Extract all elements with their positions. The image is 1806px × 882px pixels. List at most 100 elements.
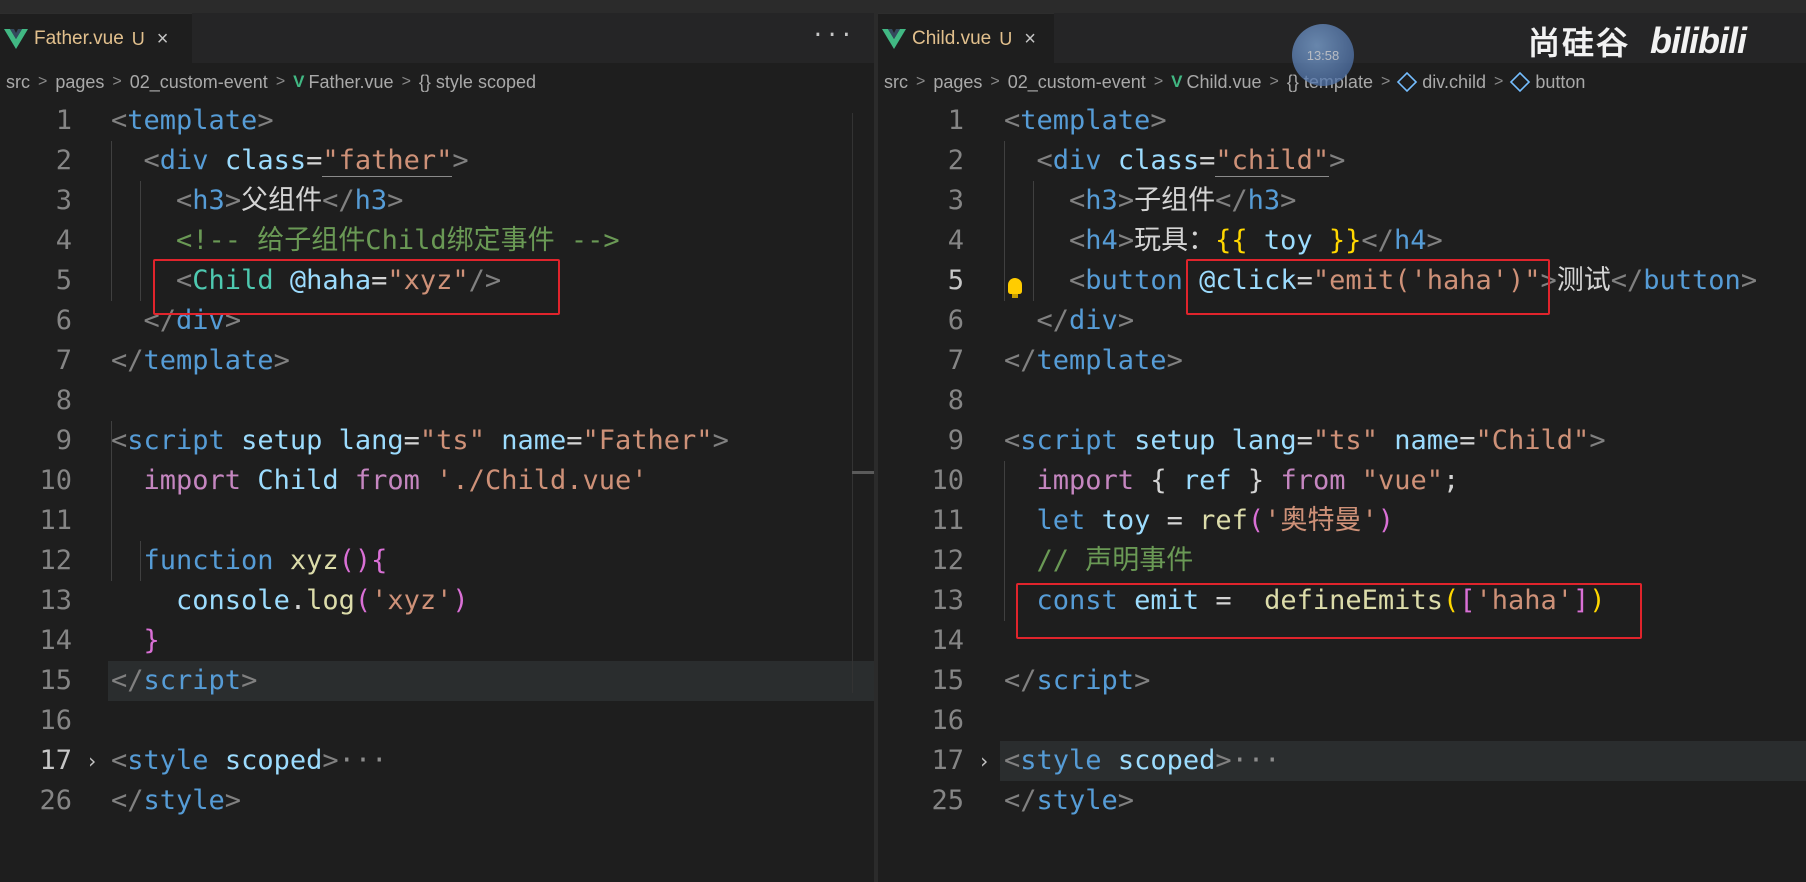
element-icon — [1397, 71, 1418, 93]
chevron-right-icon[interactable]: › — [978, 741, 990, 781]
line-number: 8 — [55, 385, 72, 416]
breadcrumb-item-symbol[interactable]: {} style scoped — [419, 72, 536, 93]
close-icon[interactable]: × — [1024, 28, 1036, 51]
breadcrumb: src > pages > 02_custom-event > V Father.vue… — [0, 63, 874, 101]
line-number: 8 — [947, 385, 964, 416]
code-line: 12 function xyz(){ — [0, 541, 874, 581]
code-line: 4 <!-- 给子组件Child绑定事件 --> — [0, 221, 874, 261]
code-line: 9 <script setup lang="ts" name="Child"> — [878, 421, 1806, 461]
breadcrumb-item-src[interactable]: src — [884, 72, 908, 93]
ref-initial-value: '奥特曼' — [1264, 505, 1378, 536]
line-number: 16 — [39, 705, 72, 736]
chevron-right-icon: > — [1494, 73, 1504, 90]
vue-file-icon: V — [1171, 72, 1183, 91]
line-number: 13 — [39, 585, 72, 616]
class-value: "child" — [1215, 145, 1330, 177]
code-line: 11 let toy = ref('奥特曼') — [878, 501, 1806, 541]
bilibili-logo: bilibili — [1650, 20, 1747, 61]
code-line: 8 — [0, 381, 874, 421]
line-number: 7 — [55, 345, 72, 376]
close-icon[interactable]: × — [157, 28, 169, 51]
lang-value: "ts" — [419, 425, 485, 456]
line-number: 11 — [39, 505, 72, 536]
code-line: 12 // 声明事件 — [878, 541, 1806, 581]
import-module: "vue" — [1361, 465, 1444, 496]
line-number: 2 — [55, 145, 72, 176]
line-number: 9 — [947, 425, 964, 456]
code-line: 8 — [878, 381, 1806, 421]
chevron-right-icon: > — [916, 73, 926, 90]
chevron-right-icon: > — [1269, 73, 1279, 90]
code-line: 3 <h3>父组件</h3> — [0, 181, 874, 221]
button-text: 测试 — [1556, 265, 1611, 296]
lightbulb-icon[interactable] — [1008, 278, 1022, 298]
breadcrumb-item-pages[interactable]: pages — [933, 72, 982, 93]
chevron-right-icon: > — [990, 73, 1000, 90]
line-number: 4 — [55, 225, 72, 256]
code-line: 17 › <style scoped>··· — [878, 741, 1806, 781]
name-value: "Father" — [582, 425, 713, 456]
code-line: 10 import { ref } from "vue"; — [878, 461, 1806, 501]
line-number: 15 — [931, 665, 964, 696]
highlight-box — [1186, 259, 1550, 315]
vue-file-icon — [4, 29, 28, 49]
breadcrumb-item-pages[interactable]: pages — [55, 72, 104, 93]
breadcrumb-item-src[interactable]: src — [6, 72, 30, 93]
line-number: 26 — [39, 785, 72, 816]
scrollbar[interactable] — [852, 113, 853, 693]
code-line: 14 } — [0, 621, 874, 661]
code-line: 15 </script> — [0, 661, 874, 701]
code-comment: <!-- 给子组件Child绑定事件 --> — [176, 225, 620, 256]
left-editor-pane: Father.vue U × ··· src > pages > 02_custom… — [0, 13, 874, 882]
import-path: './Child.vue' — [436, 465, 648, 496]
tab-child-vue[interactable]: Child.vue U × — [878, 13, 1054, 64]
h3-text: 父组件 — [241, 185, 323, 216]
class-value: "father" — [322, 145, 453, 177]
clock-overlay: 13:58 — [1292, 24, 1354, 86]
window-top-strip — [0, 0, 1806, 13]
line-number: 13 — [931, 585, 964, 616]
chevron-right-icon: > — [112, 73, 122, 90]
breadcrumb-item-folder[interactable]: 02_custom-event — [130, 72, 268, 93]
highlight-box — [1016, 583, 1642, 639]
vue-file-icon: V — [293, 72, 305, 91]
tab-label: Father.vue — [34, 28, 124, 49]
breadcrumb-item-button[interactable]: button — [1535, 72, 1585, 93]
code-line: 15 </script> — [878, 661, 1806, 701]
code-line: 26 </style> — [0, 781, 874, 821]
vue-file-icon — [882, 29, 906, 49]
chevron-right-icon: > — [1380, 73, 1391, 90]
chevron-right-icon[interactable]: › — [86, 741, 98, 781]
watermark-text: 尚硅谷 — [1528, 25, 1631, 61]
tab-father-vue[interactable]: Father.vue U × — [0, 13, 192, 64]
line-number: 4 — [947, 225, 964, 256]
line-number: 17 — [931, 745, 964, 776]
line-number: 10 — [931, 465, 964, 496]
breadcrumb-item-file[interactable]: Father.vue — [309, 72, 394, 93]
scrollbar-thumb[interactable] — [852, 471, 874, 474]
line-number: 14 — [931, 625, 964, 656]
code-line: 9 <script setup lang="ts" name="Father"> — [0, 421, 874, 461]
chevron-right-icon: > — [275, 73, 286, 90]
breadcrumb-item-file[interactable]: Child.vue — [1187, 72, 1262, 93]
code-line: 4 <h4>玩具：{{ toy }}</h4> — [878, 221, 1806, 261]
chevron-right-icon: > — [38, 73, 48, 90]
breadcrumb-item-div[interactable]: div.child — [1422, 72, 1486, 93]
code-line: 3 <h3>子组件</h3> — [878, 181, 1806, 221]
more-actions-icon[interactable]: ··· — [811, 23, 854, 48]
chevron-right-icon: > — [401, 73, 411, 90]
h3-text: 子组件 — [1134, 185, 1216, 216]
code-line: 17 › <style scoped>··· — [0, 741, 874, 781]
right-editor-pane: Child.vue U × src > pages > 02_custom-even… — [878, 13, 1806, 882]
line-number: 6 — [947, 305, 964, 336]
line-number: 1 — [55, 105, 72, 136]
tab-label: Child.vue — [912, 28, 992, 49]
code-line: 1 <template> — [878, 101, 1806, 141]
line-number: 9 — [55, 425, 72, 456]
untracked-badge: U — [999, 28, 1013, 49]
left-tab-bar: Father.vue U × ··· — [0, 13, 874, 64]
element-icon — [1510, 71, 1531, 93]
chevron-right-icon: > — [1153, 73, 1164, 90]
breadcrumb-item-folder[interactable]: 02_custom-event — [1008, 72, 1146, 93]
line-number: 3 — [947, 185, 964, 216]
